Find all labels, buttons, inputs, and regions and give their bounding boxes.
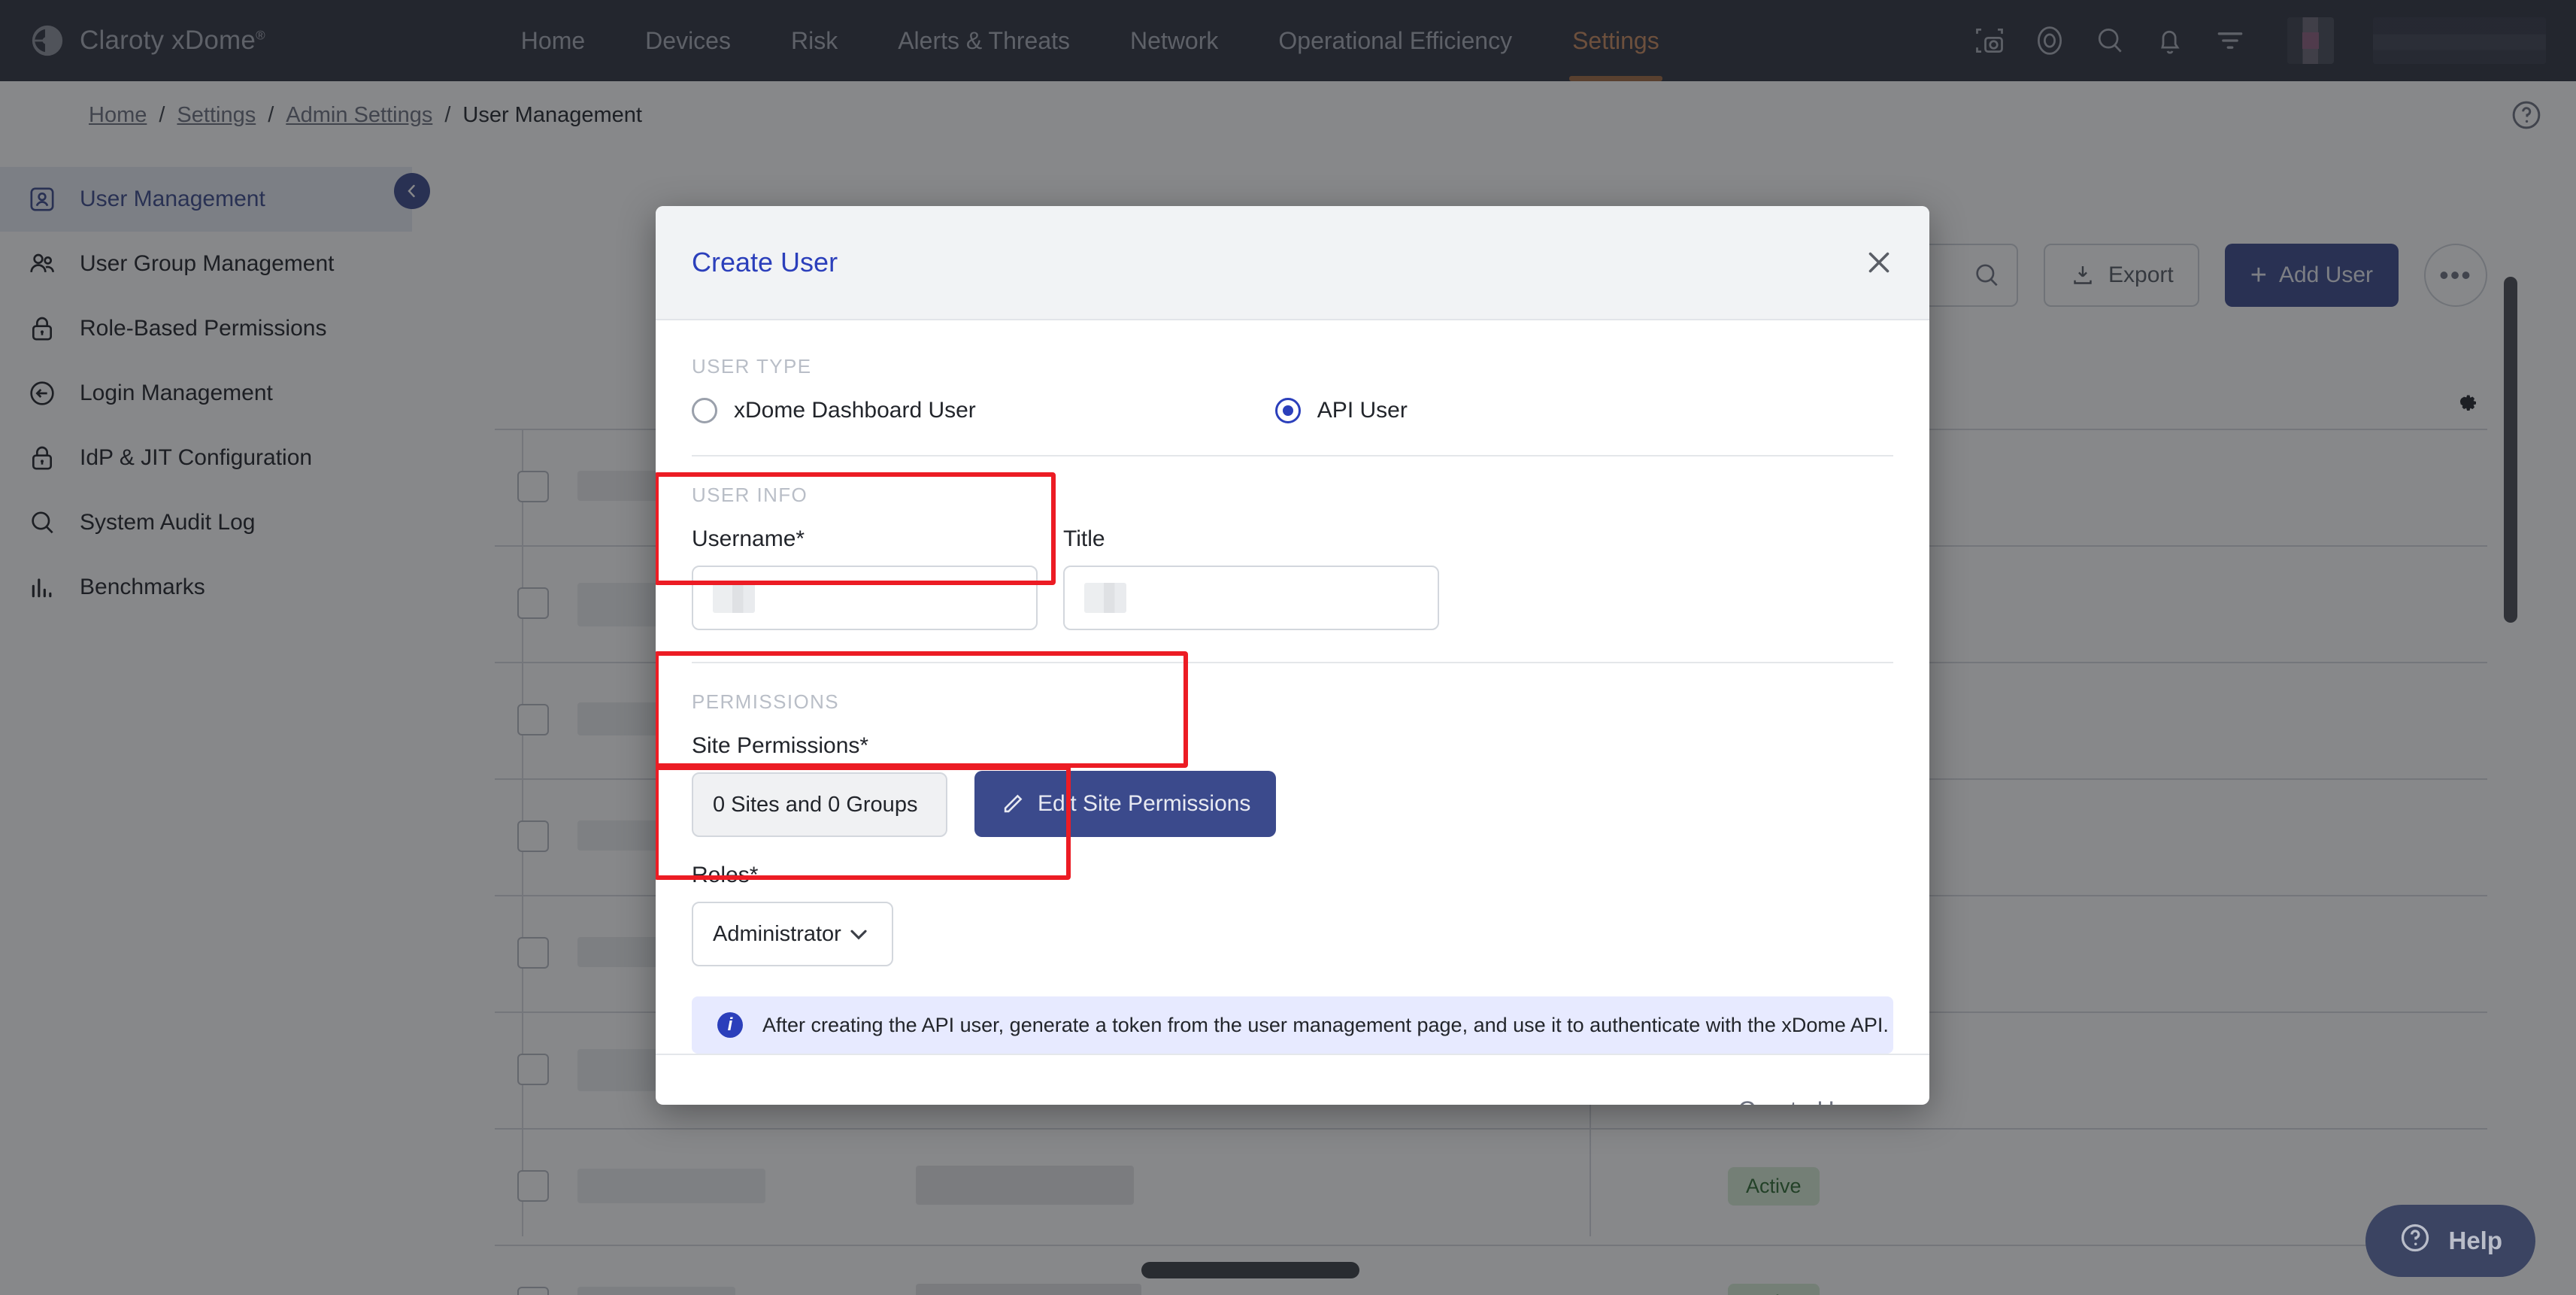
username-field-group: Username* (692, 526, 1038, 630)
radio-dot-icon (1274, 398, 1301, 423)
info-banner-text: After creating the API user, generate a … (762, 1013, 1889, 1036)
radio-label: API User (1317, 398, 1408, 423)
title-label: Title (1063, 526, 1105, 551)
radio-api-user[interactable]: API User (1274, 398, 1408, 423)
site-permissions-label: Site Permissions* (692, 733, 869, 758)
section-label-user-info: USER INFO (692, 484, 808, 506)
user-info-fields: Username* Title (692, 526, 1893, 630)
help-widget-button[interactable]: Help (2365, 1205, 2535, 1277)
section-label-permissions: PERMISSIONS (692, 690, 839, 713)
section-label-user-type: USER TYPE (692, 355, 812, 378)
modal-footer: Create User (656, 1054, 1929, 1105)
edit-site-permissions-button[interactable]: Edit Site Permissions (974, 771, 1277, 837)
title-input[interactable] (1063, 566, 1439, 630)
site-permissions-field-group: Site Permissions* 0 Sites and 0 Groups (692, 733, 947, 837)
user-type-radio-group: xDome Dashboard User API User (692, 398, 1893, 423)
chevron-down-icon (850, 930, 867, 940)
create-user-submit-button[interactable]: Create User (1720, 1084, 1887, 1105)
roles-select[interactable]: Administrator (692, 902, 893, 966)
create-user-modal: Create User USER TYPE xDome Dashboard Us… (656, 206, 1929, 1105)
roles-label: Roles* (692, 863, 759, 887)
username-input[interactable] (692, 566, 1038, 630)
question-circle-icon (2399, 1221, 2432, 1260)
redacted-placeholder (1084, 583, 1126, 613)
pencil-icon (1000, 791, 1026, 817)
section-divider (692, 455, 1893, 456)
modal-body: USER TYPE xDome Dashboard User API User … (656, 320, 1929, 1054)
roles-selected-value: Administrator (713, 921, 841, 946)
help-widget-label: Help (2448, 1227, 2502, 1254)
radio-dot-icon (692, 398, 717, 423)
site-permissions-row: Site Permissions* 0 Sites and 0 Groups E… (692, 733, 1893, 837)
close-icon[interactable] (1862, 245, 1896, 280)
radio-label: xDome Dashboard User (734, 398, 976, 423)
info-banner: i After creating the API user, generate … (692, 996, 1893, 1054)
radio-xdome-dashboard-user[interactable]: xDome Dashboard User (692, 398, 976, 423)
section-divider (692, 662, 1893, 663)
roles-field-group: Roles* Administrator (692, 863, 893, 966)
modal-title: Create User (692, 247, 838, 278)
username-label: Username* (692, 526, 805, 551)
edit-site-permissions-label: Edit Site Permissions (1038, 791, 1251, 816)
modal-header: Create User (656, 206, 1929, 320)
redacted-placeholder (713, 583, 755, 613)
site-permissions-value: 0 Sites and 0 Groups (692, 772, 947, 837)
title-field-group: Title (1063, 526, 1439, 630)
info-icon: i (717, 1012, 743, 1038)
